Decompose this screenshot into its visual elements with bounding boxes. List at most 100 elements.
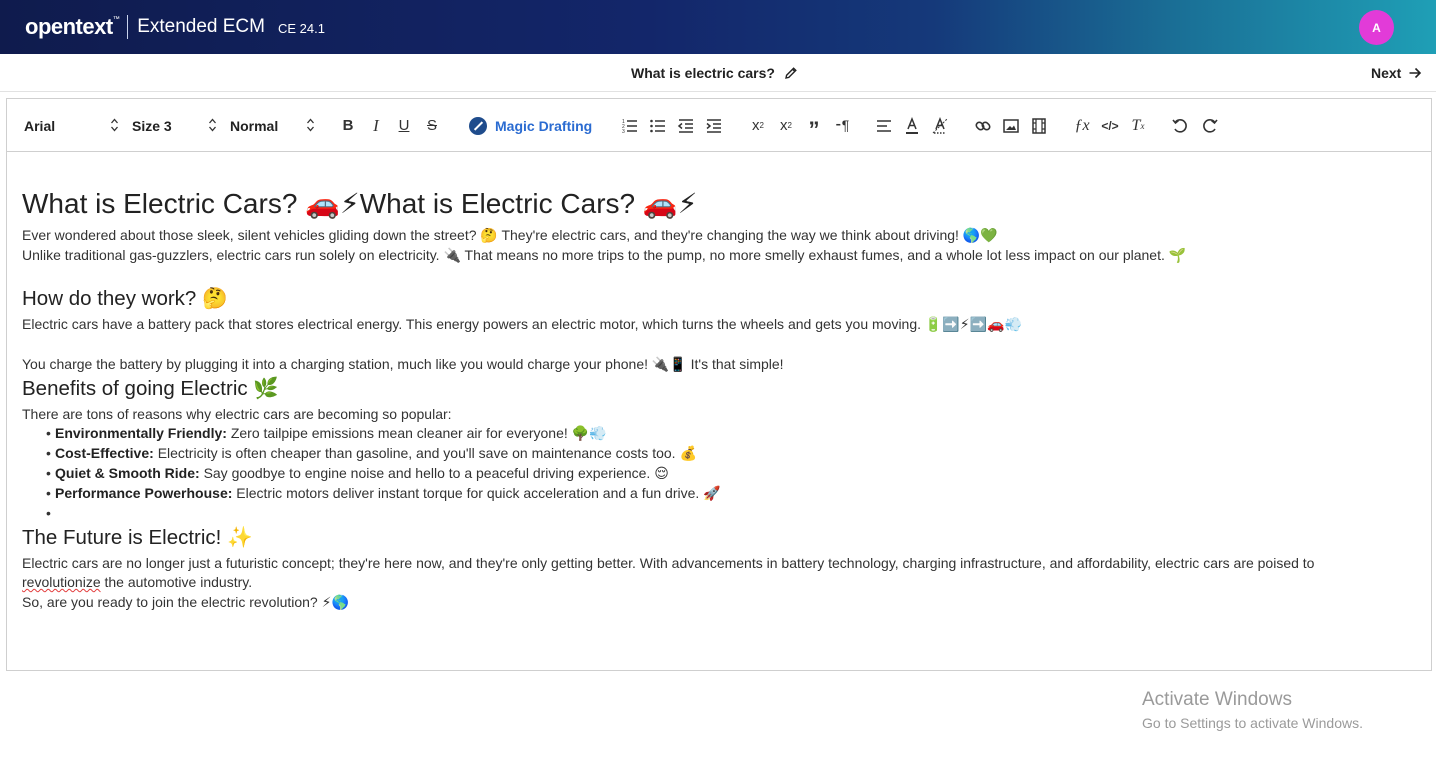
background-color-button[interactable] <box>931 99 949 152</box>
rich-text-editor: Arial Size 3 Normal B I U S Magic Drafti… <box>6 98 1432 671</box>
paragraph-battery: Electric cars have a battery pack that s… <box>22 316 1022 332</box>
italic-button[interactable]: I <box>367 99 385 152</box>
windows-activation-watermark: Activate Windows Go to Settings to activ… <box>1142 689 1363 731</box>
paragraph-unlike: Unlike traditional gas-guzzlers, electri… <box>22 247 1187 263</box>
font-select[interactable]: Arial <box>24 99 118 152</box>
paragraph-future: Electric cars are no longer just a futur… <box>22 555 1315 571</box>
select-caret-icon <box>209 118 216 132</box>
blockquote-icon: ” <box>808 116 820 142</box>
undo-icon <box>1172 118 1187 133</box>
brand-name: opentext <box>25 14 113 39</box>
bold-icon: B <box>342 117 354 134</box>
subscript-button[interactable]: x2 <box>777 99 795 152</box>
underline-icon: U <box>398 117 410 134</box>
outdent-button[interactable] <box>677 99 695 152</box>
list-item-text: Electric motors deliver instant torque f… <box>236 485 721 501</box>
document-title-text: What is electric cars? <box>631 65 775 81</box>
code-block-button[interactable]: </> <box>1101 99 1119 152</box>
bold-button[interactable]: B <box>339 99 357 152</box>
list-item: Environmentally Friendly: Zero tailpipe … <box>46 425 607 442</box>
list-item-title: Quiet & Smooth Ride: <box>55 465 200 481</box>
font-select-value: Arial <box>24 117 56 134</box>
list-item: Performance Powerhouse: Electric motors … <box>46 485 721 502</box>
product-version: CE 24.1 <box>277 21 325 36</box>
link-button[interactable] <box>974 99 992 152</box>
redo-button[interactable] <box>1201 99 1219 152</box>
video-icon <box>1032 117 1046 134</box>
superscript-button[interactable]: x2 <box>749 99 767 152</box>
indent-icon <box>706 118 721 133</box>
paragraph-ready: So, are you ready to join the electric r… <box>22 594 349 610</box>
heading-future: The Future is Electric! ✨ <box>22 526 253 549</box>
arrow-right-icon <box>1409 67 1422 79</box>
editor-toolbar: Arial Size 3 Normal B I U S Magic Drafti… <box>7 99 1431 152</box>
list-item-text: Say goodbye to engine noise and hello to… <box>203 465 669 481</box>
text-color-button[interactable] <box>903 99 921 152</box>
paragraph-future-cont: revolutionize the automotive industry. <box>22 574 252 590</box>
heading-how-work: How do they work? 🤔 <box>22 287 228 310</box>
trademark: ™ <box>112 16 120 23</box>
opentext-logo: opentext™ <box>25 14 120 40</box>
app-header: opentext™ Extended ECM CE 24.1 A <box>0 0 1436 54</box>
size-select-value: Size 3 <box>132 117 172 134</box>
paragraph-reasons: There are tons of reasons why electric c… <box>22 406 452 422</box>
paragraph-intro: Ever wondered about those sleek, silent … <box>22 227 998 243</box>
undo-button[interactable] <box>1171 99 1189 152</box>
subscript-icon: x2 <box>780 117 792 134</box>
underline-button[interactable]: U <box>395 99 413 152</box>
superscript-icon: x2 <box>752 117 764 134</box>
video-button[interactable] <box>1030 99 1048 152</box>
select-caret-icon <box>307 118 314 132</box>
code-block-icon: </> <box>1101 118 1119 133</box>
redo-icon <box>1203 118 1218 133</box>
background-color-icon <box>932 116 948 134</box>
magic-drafting-label: Magic Drafting <box>495 117 593 134</box>
list-item: Quiet & Smooth Ride: Say goodbye to engi… <box>46 465 669 482</box>
list-item-title: Performance Powerhouse: <box>55 485 233 501</box>
misspelled-word[interactable]: revolutionize <box>22 574 101 590</box>
formula-icon: ƒx <box>1074 116 1090 134</box>
formula-button[interactable]: ƒx <box>1073 99 1091 152</box>
blockquote-button[interactable]: ” <box>805 99 823 152</box>
list-item-text: Electricity is often cheaper than gasoli… <box>157 445 697 461</box>
clear-format-button[interactable]: Tx <box>1129 99 1147 152</box>
indent-button[interactable] <box>705 99 723 152</box>
document-title: What is electric cars? <box>631 65 798 81</box>
clear-format-icon: Tx <box>1131 116 1145 134</box>
align-button[interactable] <box>875 99 893 152</box>
text-direction-icon: ⁃¶ <box>834 117 850 133</box>
italic-icon: I <box>373 115 379 135</box>
magic-drafting-button[interactable]: Magic Drafting <box>469 99 592 152</box>
style-select[interactable]: Normal <box>230 99 314 152</box>
strikethrough-button[interactable]: S <box>423 99 441 152</box>
list-item-text: Zero tailpipe emissions mean cleaner air… <box>230 425 607 441</box>
strikethrough-icon: S <box>426 117 437 134</box>
watermark-subtitle: Go to Settings to activate Windows. <box>1142 715 1363 731</box>
user-avatar[interactable]: A <box>1359 10 1394 45</box>
bullet-list-icon <box>650 119 665 132</box>
next-label: Next <box>1371 65 1402 81</box>
style-select-value: Normal <box>230 117 279 134</box>
select-caret-icon <box>111 118 118 132</box>
list-item-title: Cost-Effective: <box>55 445 154 461</box>
list-item: Cost-Effective: Electricity is often che… <box>46 445 697 462</box>
image-button[interactable] <box>1002 99 1020 152</box>
pencil-icon[interactable] <box>784 66 798 80</box>
svg-text:3: 3 <box>622 129 625 135</box>
text-direction-button[interactable]: ⁃¶ <box>833 99 851 152</box>
ordered-list-icon: 123 <box>622 119 637 135</box>
list-item-title: Environmentally Friendly: <box>55 425 227 441</box>
heading-main: What is Electric Cars? 🚗⚡What is Electri… <box>22 188 698 219</box>
product-name: Extended ECM <box>137 16 265 37</box>
magic-drafting-icon <box>469 116 487 135</box>
heading-benefits: Benefits of going Electric 🌿 <box>22 377 279 400</box>
bullet-list-button[interactable] <box>649 99 667 152</box>
align-left-icon <box>877 119 891 132</box>
document-titlebar: What is electric cars? Next <box>0 54 1436 92</box>
ordered-list-button[interactable]: 123 <box>621 99 639 152</box>
next-button[interactable]: Next <box>1371 65 1422 81</box>
size-select[interactable]: Size 3 <box>132 99 216 152</box>
image-icon <box>1003 118 1019 133</box>
watermark-title: Activate Windows <box>1142 689 1292 710</box>
paragraph-future-rest: the automotive industry. <box>100 574 253 590</box>
